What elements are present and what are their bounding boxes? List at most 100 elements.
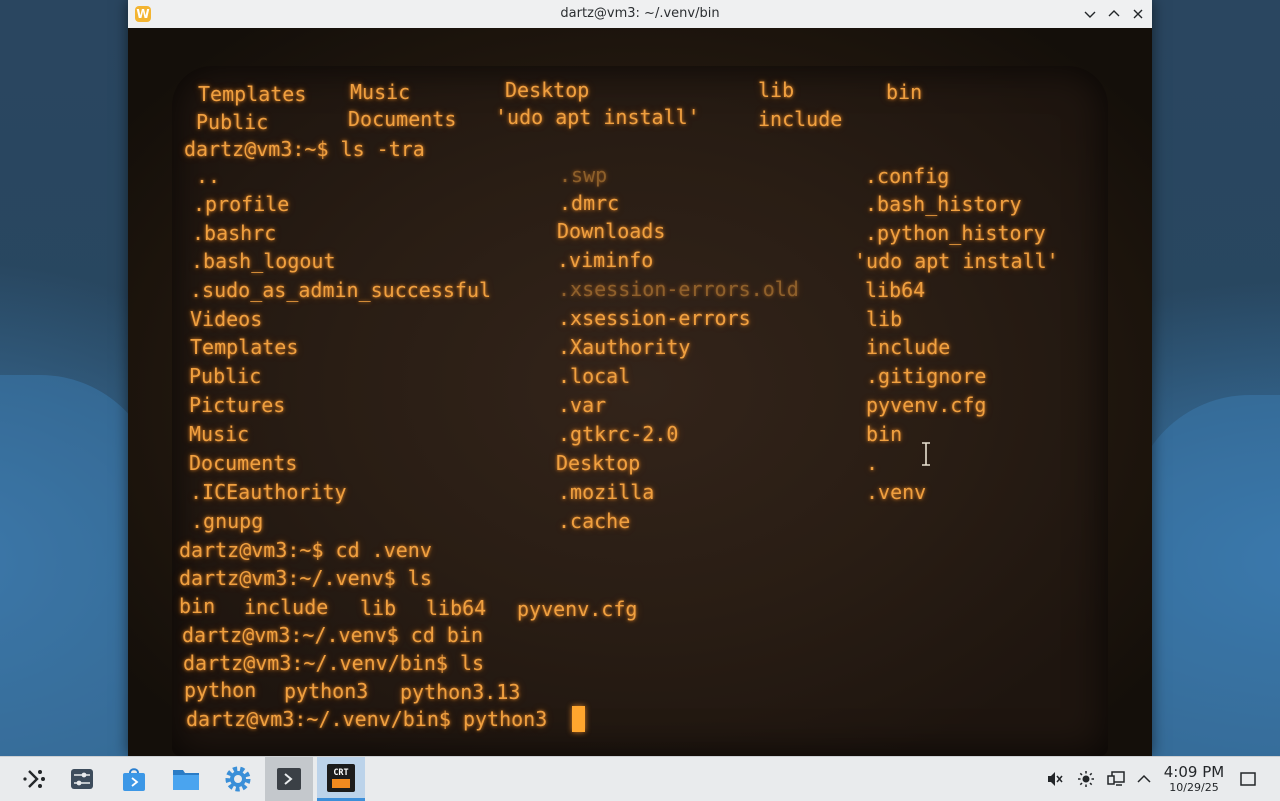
ls-entry: . — [866, 451, 879, 475]
ls-entry: Public — [189, 364, 262, 388]
brightness-button[interactable] — [1076, 769, 1096, 789]
ls-entry: .config — [865, 164, 950, 188]
prompt-line: dartz@vm3:~$ ls -tra — [184, 137, 425, 161]
ls-entry: .. — [196, 164, 221, 188]
close-button[interactable] — [1128, 4, 1148, 24]
gear-icon — [225, 766, 251, 792]
discover-store-button[interactable] — [110, 757, 158, 801]
terminal-icon — [277, 768, 301, 790]
ls-entry: Templates — [198, 82, 307, 106]
ls-entry: Videos — [190, 307, 263, 331]
ls-entry: .viminfo — [557, 248, 654, 272]
terminal-button[interactable] — [265, 757, 313, 801]
ls-entry: .dmrc — [559, 191, 620, 215]
ls-entry: Downloads — [557, 219, 666, 243]
ls-entry: .Xauthority — [558, 335, 691, 359]
ibeam-cursor-icon — [922, 442, 930, 466]
store-icon — [123, 768, 145, 791]
volume-muted-icon — [1048, 772, 1063, 786]
application-launcher-button[interactable] — [10, 757, 58, 801]
ls-entry: bin — [886, 80, 923, 104]
terminal-window[interactable]: W dartz@vm3: ~/.venv/bin Templates Music… — [128, 0, 1152, 756]
ls-entry: .bashrc — [192, 221, 277, 245]
ls-entry: python3 — [284, 679, 369, 703]
ls-entry: lib64 — [426, 596, 487, 620]
ls-entry: include — [758, 107, 843, 131]
show-hidden-icons-button[interactable] — [1134, 769, 1154, 789]
folder-icon — [173, 770, 199, 790]
window-title: dartz@vm3: ~/.venv/bin — [560, 6, 720, 21]
ls-entry: .gnupg — [191, 509, 264, 533]
ls-entry: python — [184, 678, 257, 702]
ls-entry: .bash_logout — [191, 249, 336, 273]
chevron-up-icon — [1137, 774, 1151, 783]
ls-entry: lib — [758, 78, 795, 102]
ls-entry: Music — [189, 422, 250, 446]
ls-entry: include — [244, 595, 329, 619]
ls-entry: .xsession-errors.old — [558, 277, 799, 301]
ls-entry: pyvenv.cfg — [517, 597, 638, 621]
close-icon — [1133, 9, 1143, 19]
network-icon — [1107, 771, 1125, 786]
ls-entry: Pictures — [189, 393, 286, 417]
ls-entry: Documents — [189, 451, 298, 475]
prompt-line: dartz@vm3:~/.venv$ cd bin — [182, 623, 484, 647]
ls-entry: .cache — [558, 509, 631, 533]
ls-entry: .xsession-errors — [558, 306, 751, 330]
ls-entry: .python_history — [865, 221, 1046, 245]
clock-time[interactable]: 4:09 PM — [1162, 763, 1226, 781]
ls-entry: Documents — [348, 107, 457, 131]
ls-entry: .swp — [559, 163, 608, 187]
ls-entry: Music — [350, 80, 411, 104]
crt-screen[interactable]: Templates Music Desktop lib bin Public D… — [128, 28, 1152, 756]
maximize-button[interactable] — [1104, 4, 1124, 24]
prompt-line: dartz@vm3:~/.venv/bin$ ls — [183, 651, 485, 675]
show-desktop-icon — [1240, 772, 1256, 786]
settings-button[interactable] — [214, 757, 262, 801]
ls-entry: lib64 — [865, 278, 926, 302]
ls-entry: bin — [179, 594, 216, 618]
show-desktop-button[interactable] — [1238, 769, 1258, 789]
chevron-up-icon — [1108, 10, 1120, 17]
terminal-output[interactable]: Templates Music Desktop lib bin Public D… — [128, 28, 1152, 756]
ls-entry: .ICEauthority — [190, 480, 347, 504]
ls-entry: Desktop — [556, 451, 641, 475]
ls-entry: 'udo apt install' — [854, 249, 1059, 273]
ls-entry: 'udo apt install' — [495, 105, 700, 129]
ls-entry: .mozilla — [558, 480, 655, 504]
ls-entry: .bash_history — [865, 192, 1022, 216]
file-manager-button[interactable] — [162, 757, 210, 801]
chevron-down-icon — [1084, 11, 1096, 18]
ls-entry: .sudo_as_admin_successful — [190, 278, 492, 302]
minimize-button[interactable] — [1080, 4, 1100, 24]
ls-entry: lib — [866, 307, 903, 331]
ls-entry: pyvenv.cfg — [866, 393, 987, 417]
ls-entry: lib — [360, 596, 397, 620]
ls-entry: Templates — [190, 335, 299, 359]
ls-entry: .profile — [193, 192, 290, 216]
crt-terminal-button[interactable]: CRT — [317, 757, 365, 801]
ls-entry: Desktop — [505, 78, 590, 102]
wallpaper-shape — [1130, 395, 1280, 795]
volume-button[interactable] — [1045, 769, 1065, 789]
brightness-icon — [1078, 771, 1094, 787]
ls-entry: Public — [196, 110, 269, 134]
prompt-line: dartz@vm3:~$ cd .venv — [179, 538, 432, 562]
clock-date[interactable]: 10/29/25 — [1162, 781, 1226, 794]
sliders-icon — [71, 769, 93, 789]
prompt-line: dartz@vm3:~/.venv/bin$ python3 — [186, 707, 548, 731]
taskbar[interactable]: CRT 4:09 PM 10/29/25 — [0, 756, 1280, 801]
ls-entry: python3.13 — [400, 680, 521, 704]
ls-entry: .local — [558, 364, 631, 388]
system-settings-panel-button[interactable] — [58, 757, 106, 801]
ls-entry: bin — [866, 422, 903, 446]
ls-entry: .var — [558, 393, 607, 417]
launcher-icon — [23, 770, 45, 788]
crt-icon: CRT — [327, 763, 355, 792]
crt-icon-label: CRT — [333, 768, 348, 778]
network-button[interactable] — [1106, 769, 1126, 789]
ls-entry: .venv — [866, 480, 927, 504]
ls-entry: .gtkrc-2.0 — [558, 422, 679, 446]
window-titlebar[interactable]: W dartz@vm3: ~/.venv/bin — [128, 0, 1152, 29]
prompt-line: dartz@vm3:~/.venv$ ls — [179, 566, 432, 590]
